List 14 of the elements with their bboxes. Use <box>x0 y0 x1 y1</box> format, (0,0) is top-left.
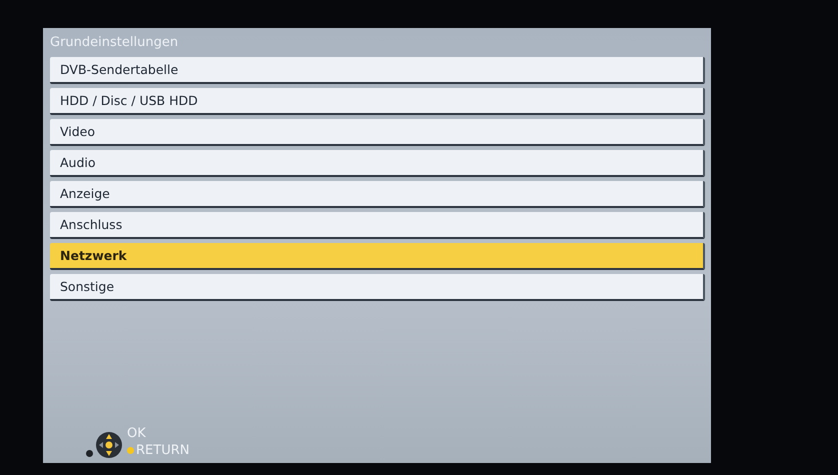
return-label: RETURN <box>136 442 190 459</box>
menu-item[interactable]: Netzwerk <box>50 243 705 270</box>
menu-item[interactable]: Audio <box>50 150 705 177</box>
menu-item[interactable]: HDD / Disc / USB HDD <box>50 88 705 115</box>
dpad-icon <box>95 431 123 459</box>
menu-item[interactable]: Sonstige <box>50 274 705 301</box>
menu-item[interactable]: Anschluss <box>50 212 705 239</box>
menu-title: Grundeinstellungen <box>50 34 180 52</box>
ok-label: OK <box>127 425 147 442</box>
menu-item[interactable]: DVB-Sendertabelle <box>50 57 705 84</box>
dot-icon <box>127 447 134 454</box>
menu-item[interactable]: Anzeige <box>50 181 705 208</box>
menu-item[interactable]: Video <box>50 119 705 146</box>
dot-icon <box>86 450 93 457</box>
